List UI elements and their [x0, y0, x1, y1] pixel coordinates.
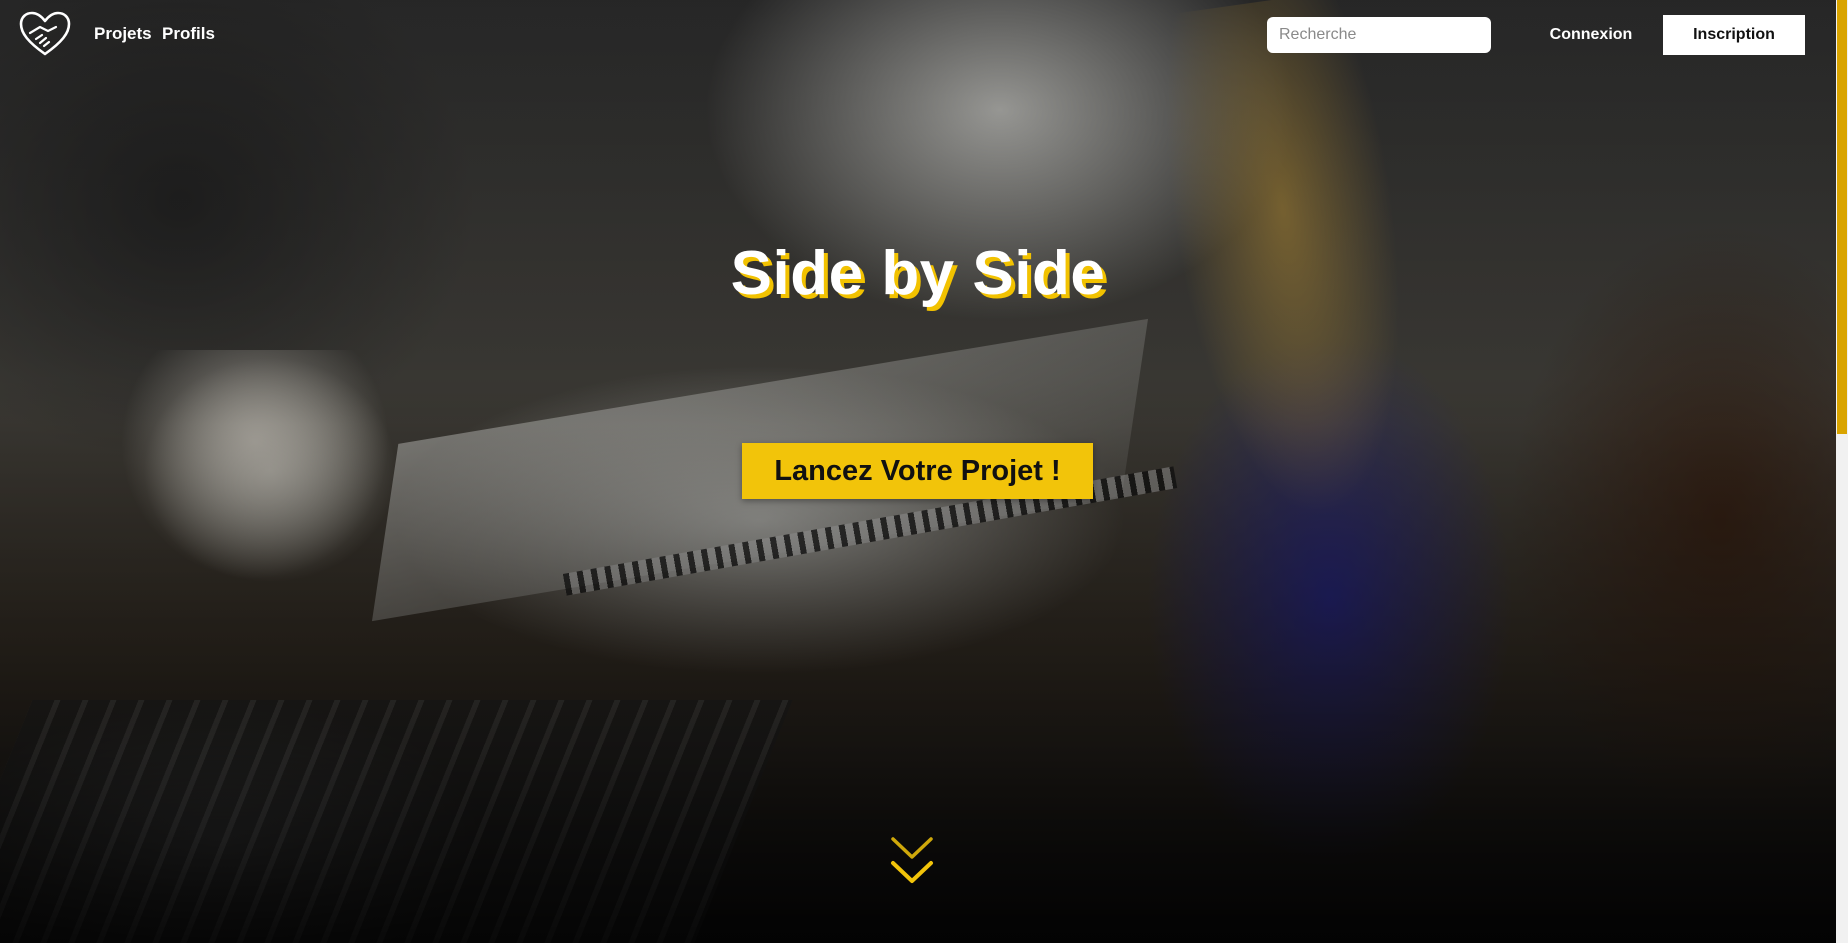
hero-title: Side by Side — [730, 239, 1106, 308]
handshake-heart-logo[interactable] — [18, 11, 72, 57]
top-navbar: Projets Profils Connexion Inscription — [0, 0, 1836, 70]
launch-project-button[interactable]: Lancez Votre Projet ! — [742, 443, 1093, 499]
search-input[interactable] — [1267, 17, 1491, 53]
scrollbar-thumb[interactable] — [1837, 0, 1847, 434]
scrollbar[interactable] — [1836, 0, 1848, 943]
page: Projets Profils Connexion Inscription Si… — [0, 0, 1848, 943]
signup-button[interactable]: Inscription — [1663, 15, 1805, 55]
double-chevron-down-icon[interactable] — [889, 833, 935, 893]
login-button[interactable]: Connexion — [1534, 15, 1648, 55]
nav-link-profils[interactable]: Profils — [162, 24, 215, 44]
nav-link-projets[interactable]: Projets — [94, 24, 152, 44]
